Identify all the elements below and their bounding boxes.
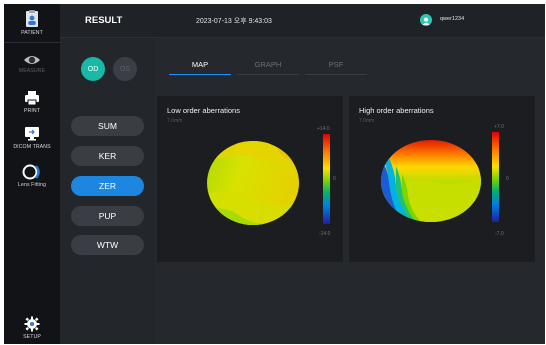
rail-setup[interactable]: SETUP [4, 316, 60, 340]
os-button[interactable]: OS [113, 57, 137, 81]
high-scale-min: -7.0 [495, 231, 504, 237]
lens-icon [22, 164, 40, 180]
low-order-map-panel: Low order aberrations 7.0mm +14.0 0 -14.… [157, 96, 343, 262]
zer-button[interactable]: ZER [71, 176, 144, 196]
rail-print[interactable]: PRINT [4, 90, 60, 114]
high-color-scale [492, 132, 499, 222]
ker-button[interactable]: KER [71, 146, 144, 166]
rail-lens-label: Lens Fitting [17, 182, 47, 188]
eye-icon [24, 56, 40, 64]
high-scale-mid: 0 [506, 176, 509, 182]
high-scale-max: +7.0 [494, 124, 504, 130]
tab-psf[interactable]: PSF [305, 60, 367, 75]
user-avatar-icon[interactable] [420, 14, 432, 26]
high-order-surface [381, 140, 481, 222]
high-order-map-panel: High order aberrations 7.0mm +7.0 0 -7.0 [349, 96, 535, 262]
low-scale-mid: 0 [333, 176, 336, 182]
rail-setup-label: SETUP [23, 334, 41, 340]
od-button[interactable]: OD [81, 57, 105, 81]
tab-graph[interactable]: GRAPH [237, 60, 299, 75]
rail-lens-fitting[interactable]: Lens Fitting [4, 164, 60, 188]
printer-icon [25, 91, 39, 106]
app-window: PATIENT MEASURE PRINT DICOM TRANS Lens F… [4, 4, 545, 344]
gear-icon [24, 316, 40, 332]
monitor-transfer-icon [25, 127, 39, 141]
left-rail: PATIENT MEASURE PRINT DICOM TRANS Lens F… [4, 4, 60, 344]
low-order-map [207, 134, 330, 225]
rail-measure-label: MEASURE [18, 68, 46, 74]
patient-icon [26, 10, 38, 27]
rail-dicom[interactable]: DICOM TRANS [4, 126, 60, 150]
main-content: MAP GRAPH PSF Low order aberrations 7.0m… [154, 38, 545, 344]
rail-measure[interactable]: MEASURE [4, 54, 60, 74]
page-title: RESULT [85, 15, 123, 26]
top-bar: RESULT 2023-07-13 오후 9:43:03 qwer1234 [60, 4, 545, 38]
rail-print-label: PRINT [23, 108, 41, 114]
tab-map[interactable]: MAP [169, 60, 231, 75]
rail-dicom-label: DICOM TRANS [13, 144, 51, 150]
pup-button[interactable]: PUP [71, 206, 144, 226]
rail-patient-label: PATIENT [21, 30, 43, 36]
wtw-button[interactable]: WTW [71, 235, 144, 255]
low-order-surface [207, 141, 299, 225]
side-panel: OD OS SUM KER ZER PUP WTW [60, 38, 154, 344]
low-scale-min: -14.0 [319, 231, 331, 237]
user-name: qwer1234 [440, 16, 465, 22]
datetime-display: 2023-07-13 오후 9:43:03 [196, 18, 272, 25]
rail-divider [4, 42, 60, 43]
low-scale-max: +14.0 [317, 126, 330, 132]
sum-button[interactable]: SUM [71, 116, 144, 136]
rail-patient[interactable]: PATIENT [4, 10, 60, 36]
low-color-scale [323, 134, 330, 224]
